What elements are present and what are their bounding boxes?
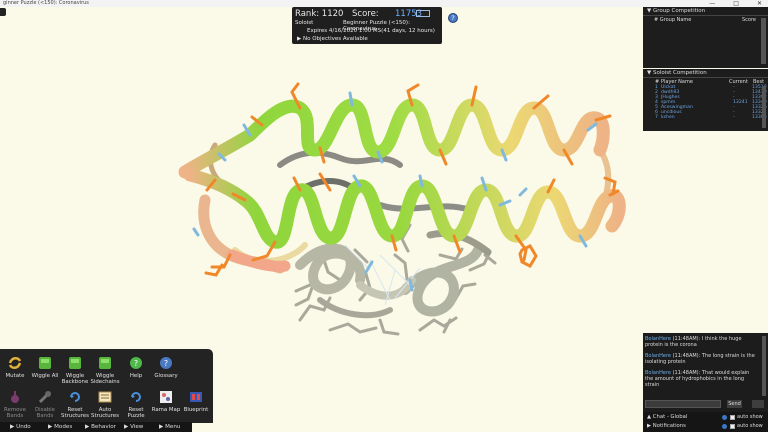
wiggle-all-icon	[39, 357, 51, 369]
chat-message: BolanHere (11:48AM): The long strain is …	[645, 353, 757, 365]
chat-options-button[interactable]	[752, 400, 764, 408]
helix-bottom	[183, 168, 626, 249]
remove-bands-icon	[11, 391, 19, 403]
glossary-label: Glossary	[154, 373, 178, 379]
disable-bands-icon	[38, 390, 52, 404]
reset-puzzle-icon	[131, 392, 141, 402]
chat-global-label: Chat - Global	[652, 414, 688, 420]
soloist-competition-title: Soloist Competition	[652, 70, 707, 76]
wiggle-sidechains-label: Wiggle Sidechains	[90, 373, 120, 385]
menu-behavior-label: Behavior	[91, 424, 116, 430]
game-mode: Soloist	[295, 20, 314, 26]
table-row[interactable]: 7 kshen -13308	[643, 115, 768, 120]
svg-text:?: ?	[134, 359, 138, 368]
reset-structures-label: Reset Structures	[61, 407, 89, 419]
group-competition-title: Group Competition	[652, 8, 706, 14]
mutate-button[interactable]: Mutate	[0, 356, 30, 379]
wiggle-backbone-button[interactable]: Wiggle Backbone	[60, 356, 90, 385]
soloist-columns: # Player Name Current Best	[643, 78, 768, 85]
menu-view[interactable]: ▶ View	[124, 423, 143, 431]
rank-text: Rank: 1120	[295, 9, 344, 19]
chat-input[interactable]	[645, 400, 721, 408]
blueprint-button[interactable]: Blueprint	[181, 390, 211, 413]
disable-bands-button[interactable]: Disable Bands	[30, 390, 60, 419]
group-columns: # Group Name Score	[643, 16, 768, 24]
svg-text:?: ?	[164, 359, 168, 368]
auto-show-label: auto show	[737, 414, 763, 420]
reset-puzzle-label: Reset Puzzle	[127, 407, 145, 419]
score-graph-box[interactable]	[416, 10, 430, 17]
blueprint-icon	[190, 392, 202, 402]
glossary-button[interactable]: ? Glossary	[151, 356, 181, 379]
blueprint-label: Blueprint	[183, 407, 209, 413]
auto-structures-label: Auto Structures	[91, 407, 119, 419]
soloist-competition-panel: ▼ Soloist Competition # Player Name Curr…	[643, 69, 768, 131]
help-button[interactable]: ? Help	[121, 356, 151, 379]
soloist-competition-header[interactable]: ▼ Soloist Competition	[643, 69, 768, 78]
group-scrollbar[interactable]	[761, 18, 766, 64]
chat-global-tab[interactable]: ▲ Chat - Global	[647, 414, 687, 420]
remove-bands-label: Remove Bands	[4, 407, 26, 419]
info-icon[interactable]	[722, 415, 727, 420]
menu-modes[interactable]: ▶ Modes	[48, 423, 72, 431]
rama-map-label: Rama Map	[151, 407, 181, 413]
remove-bands-button[interactable]: Remove Bands	[0, 390, 30, 419]
player-rank: 7	[655, 115, 658, 120]
tools-panel: Mutate Wiggle All Wiggle Backbone Wiggle…	[0, 349, 213, 423]
auto-structures-button[interactable]: Auto Structures	[90, 390, 120, 419]
expiry-text: Expires 4/16/2020 1:00 MS(41 days, 12 ho…	[307, 28, 435, 34]
score-label: Score:	[352, 9, 379, 19]
bottom-menu-bar: ▶ Undo ▶ Modes ▶ Behavior ▶ View ▶ Menu	[0, 422, 192, 432]
player-current: -	[733, 115, 735, 120]
mutate-icon	[8, 357, 22, 369]
menu-modes-label: Modes	[54, 424, 73, 430]
chat-channel-bar: ▲ Chat - Global ▶ Notifications auto sho…	[643, 412, 768, 432]
objectives-toggle[interactable]: ▶ No Objectives Available	[297, 36, 368, 42]
soloist-scrollbar[interactable]	[762, 86, 766, 128]
wiggle-sidechains-button[interactable]: Wiggle Sidechains	[90, 356, 120, 385]
chat-message: BolanHere (11:48AM): I think the huge pr…	[645, 336, 757, 348]
soloist-list: 1 Ulckat -13518 2 dwdh93-13430 3 JHughes -133…	[643, 85, 768, 120]
auto-show-checkbox[interactable]	[730, 424, 735, 429]
help-icon[interactable]: ?	[448, 13, 458, 23]
menu-main[interactable]: ▶ Menu	[159, 423, 180, 431]
notifications-label: Notifications	[652, 423, 686, 429]
menu-behavior[interactable]: ▶ Behavior	[85, 423, 116, 431]
menu-undo[interactable]: ▶ Undo	[10, 423, 31, 431]
notifications-tab[interactable]: ▶ Notifications	[647, 423, 686, 429]
group-competition-header[interactable]: ▼ Group Competition	[643, 7, 768, 16]
reset-structures-icon	[70, 392, 80, 402]
auto-show-checkbox[interactable]	[730, 415, 735, 420]
reset-puzzle-button[interactable]: Reset Puzzle	[121, 390, 151, 419]
auto-structures-icon	[98, 391, 112, 403]
objectives-label: No Objectives Available	[302, 36, 368, 42]
player-name: kshen	[661, 115, 675, 120]
score-panel: Rank: 1120 Score: 11753 Soloist Beginner…	[292, 7, 442, 44]
menu-view-label: View	[130, 424, 144, 430]
menu-main-label: Menu	[165, 424, 181, 430]
glossary-icon: ?	[160, 357, 172, 369]
wiggle-sidechains-icon	[99, 357, 111, 369]
wiggle-all-label: Wiggle All	[31, 373, 59, 379]
auto-show-label: auto show	[737, 423, 763, 429]
chat-scrollbar[interactable]	[762, 336, 766, 396]
reset-structures-button[interactable]: Reset Structures	[60, 390, 90, 419]
group-competition-panel: ▼ Group Competition # Group Name Score	[643, 7, 768, 68]
rama-map-button[interactable]: Rama Map	[151, 390, 181, 413]
chat-message: BolanHere (11:48AM): That would explain …	[645, 370, 757, 388]
help-circle-icon: ?	[130, 357, 142, 369]
group-col-score: Score	[741, 17, 756, 23]
group-col-name: # Group Name	[654, 17, 692, 23]
mutate-label: Mutate	[5, 373, 25, 379]
disable-bands-label: Disable Bands	[35, 407, 55, 419]
send-button[interactable]: Send	[727, 400, 742, 408]
rama-map-icon	[160, 391, 172, 403]
wiggle-backbone-icon	[69, 357, 81, 369]
info-icon[interactable]	[722, 424, 727, 429]
menu-undo-label: Undo	[16, 424, 31, 430]
wiggle-backbone-label: Wiggle Backbone	[61, 373, 89, 385]
chat-messages: BolanHere (11:48AM): I think the huge pr…	[645, 336, 757, 393]
wiggle-all-button[interactable]: Wiggle All	[30, 356, 60, 379]
help-label: Help	[129, 373, 143, 379]
